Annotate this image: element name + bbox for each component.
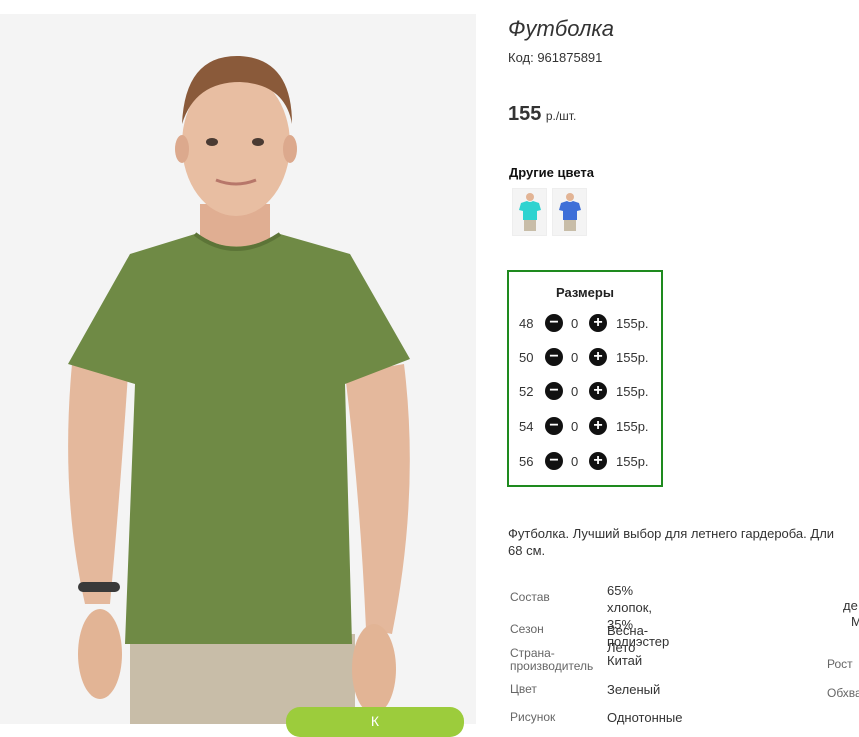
side-label: Обхва (827, 686, 859, 700)
prop-label-composition: Состав (510, 590, 550, 604)
other-colors-heading: Другие цвета (509, 165, 594, 180)
prop-value-pattern: Однотонные (607, 710, 683, 725)
prop-value-color: Зеленый (607, 682, 661, 697)
size-row: 56 − 0 + 155р. (509, 452, 661, 472)
product-photo[interactable] (0, 14, 476, 724)
size-price: 155р. (616, 419, 649, 434)
side-label: Рост (827, 657, 853, 671)
plus-icon[interactable]: + (589, 382, 607, 400)
size-label: 56 (519, 454, 534, 469)
plus-icon[interactable]: + (589, 452, 607, 470)
size-price: 155р. (616, 316, 649, 331)
size-row: 50 − 0 + 155р. (509, 348, 661, 368)
side-label: де (843, 598, 858, 613)
product-price: 155 р./шт. (508, 103, 576, 126)
size-row: 52 − 0 + 155р. (509, 382, 661, 402)
prop-value-country: Китай (607, 653, 643, 668)
minus-icon[interactable]: − (545, 348, 563, 366)
add-to-cart-button[interactable]: К (286, 707, 464, 737)
size-price: 155р. (616, 350, 649, 365)
size-quantity[interactable]: 0 (571, 419, 578, 434)
price-unit: р./шт. (545, 109, 577, 123)
prop-value-line: 65% хлопок, (607, 583, 653, 615)
prop-value-season: Весна-Лето (607, 623, 649, 655)
plus-icon[interactable]: + (589, 417, 607, 435)
size-label: 54 (519, 419, 534, 434)
plus-icon[interactable]: + (589, 348, 607, 366)
product-code: Код: 961875891 (508, 50, 603, 65)
size-row: 48 − 0 + 155р. (509, 314, 661, 334)
size-row: 54 − 0 + 155р. (509, 417, 661, 437)
prop-label-line: производитель (510, 659, 594, 673)
description-line: Футболка. Лучший выбор для летнего гарде… (508, 526, 835, 541)
color-swatch-blue[interactable] (552, 188, 587, 236)
size-quantity[interactable]: 0 (571, 316, 578, 331)
product-description: Футболка. Лучший выбор для летнего гарде… (508, 525, 859, 559)
sizes-panel: Размеры 48 − 0 + 155р. 50 − 0 + 155р. 52… (507, 270, 663, 487)
size-quantity[interactable]: 0 (571, 350, 578, 365)
price-value: 155 (508, 103, 542, 125)
size-label: 52 (519, 384, 534, 399)
prop-label-pattern: Рисунок (510, 710, 556, 724)
minus-icon[interactable]: − (545, 452, 563, 470)
size-label: 48 (519, 316, 534, 331)
product-title: Футболка (508, 16, 614, 41)
color-swatch-cyan[interactable] (512, 188, 547, 236)
prop-label-color: Цвет (510, 682, 537, 696)
size-price: 155р. (616, 384, 649, 399)
size-price: 155р. (616, 454, 649, 469)
size-quantity[interactable]: 0 (571, 454, 578, 469)
size-label: 50 (519, 350, 534, 365)
prop-label-country: Страна- производитель (510, 647, 593, 673)
minus-icon[interactable]: − (545, 314, 563, 332)
color-swatches (512, 188, 587, 236)
description-line: 68 см. (508, 543, 546, 558)
side-label: М (851, 614, 859, 629)
plus-icon[interactable]: + (589, 314, 607, 332)
sizes-title: Размеры (556, 285, 614, 300)
prop-label-season: Сезон (510, 622, 544, 636)
size-quantity[interactable]: 0 (571, 384, 578, 399)
minus-icon[interactable]: − (545, 417, 563, 435)
minus-icon[interactable]: − (545, 382, 563, 400)
